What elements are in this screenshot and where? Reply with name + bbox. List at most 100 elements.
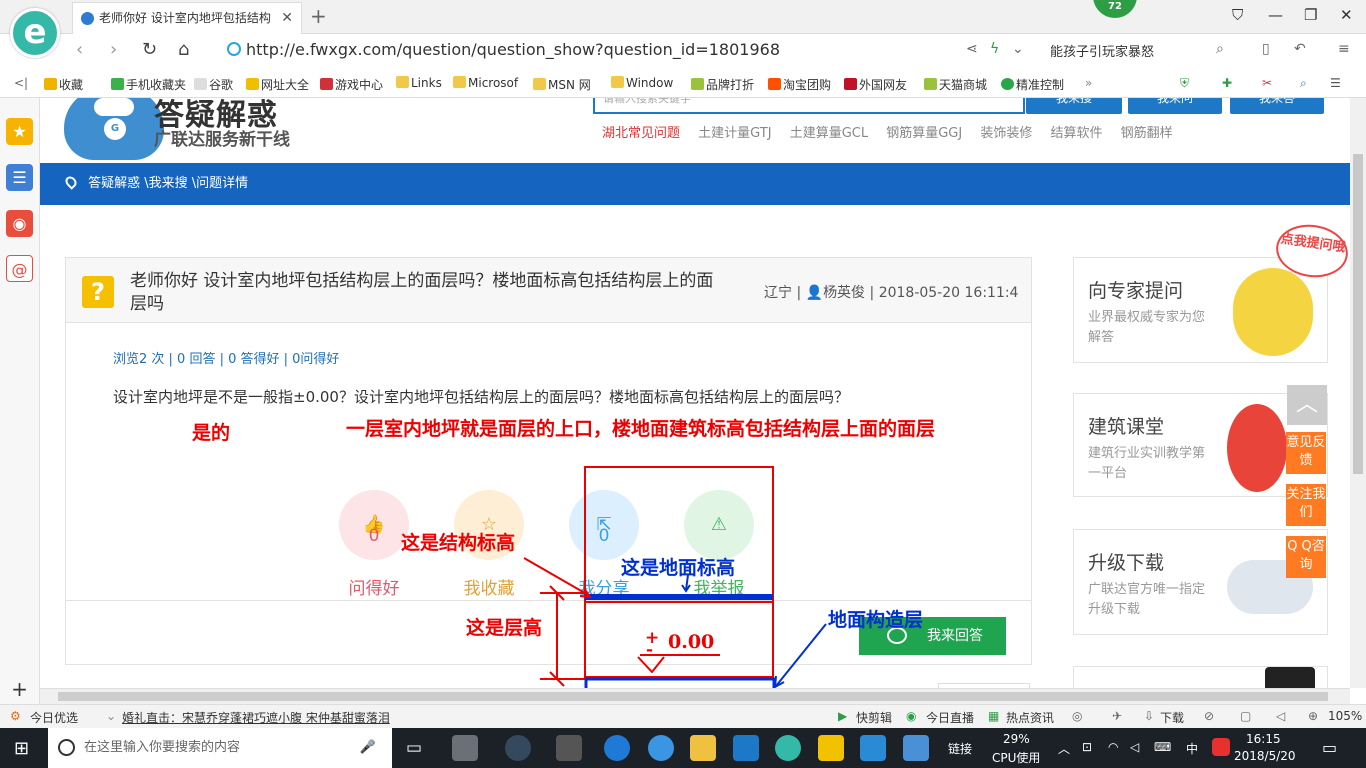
minimize-window-icon[interactable]: — xyxy=(1268,6,1283,24)
teacher-card[interactable] xyxy=(1073,666,1328,688)
hot-link[interactable]: 土建算量GCL xyxy=(790,126,868,141)
forward-icon[interactable]: › xyxy=(110,39,117,60)
ask-expert-card[interactable]: 向专家提问 业界最权威专家为您解答 xyxy=(1073,257,1328,363)
clock-date[interactable]: 2018/5/20 xyxy=(1234,749,1296,763)
fav-item[interactable]: MSN 网 xyxy=(533,76,591,93)
hot-link[interactable]: 钢筋翻样 xyxy=(1121,126,1173,141)
fav-item[interactable]: 手机收藏夹 xyxy=(111,76,186,93)
zoom-level[interactable]: 105% xyxy=(1328,709,1362,723)
clock-time[interactable]: 16:15 xyxy=(1246,732,1281,746)
new-tab-button[interactable]: + xyxy=(310,4,327,28)
plus-icon[interactable]: ✚ xyxy=(1222,76,1232,90)
chevron-down-icon[interactable]: ⌄ xyxy=(1012,41,1024,57)
links-toolbar[interactable]: 链接 xyxy=(948,740,972,757)
edge-icon[interactable] xyxy=(604,735,630,761)
feedback-button[interactable]: 意见反馈 xyxy=(1286,432,1326,474)
fav-item[interactable]: Window xyxy=(611,76,673,90)
tab-close-icon[interactable]: ✕ xyxy=(281,3,293,33)
address-bar[interactable]: http://e.fwxgx.com/question/question_sho… xyxy=(224,40,1034,62)
file-explorer-icon[interactable] xyxy=(690,735,716,761)
shield-icon[interactable]: ⛨ xyxy=(1180,76,1189,91)
volume-icon[interactable]: ◁ xyxy=(1130,740,1139,754)
fav-item[interactable]: 品牌打折 xyxy=(691,76,754,93)
horizontal-scroll-thumb[interactable] xyxy=(58,692,1328,701)
search-field[interactable]: 能孩子引玩家暴怒 xyxy=(1050,41,1154,60)
hot-news-link[interactable]: 热点资讯 xyxy=(1006,709,1054,726)
tray-expand-icon[interactable]: ︿ xyxy=(1058,740,1070,757)
vertical-scrollbar[interactable] xyxy=(1350,98,1366,688)
magnify-icon[interactable]: ⌕ xyxy=(1300,76,1307,91)
favorites-star-icon[interactable]: ★ xyxy=(6,118,33,145)
good-question-button[interactable]: 👍 0 问得好 xyxy=(339,490,409,599)
live-link[interactable]: 今日直播 xyxy=(926,709,974,726)
close-window-icon[interactable]: ✕ xyxy=(1340,6,1353,24)
task-view-icon[interactable]: ▭ xyxy=(406,738,422,758)
fav-item[interactable]: 网址大全 xyxy=(246,76,309,93)
share-icon[interactable]: ⋖ xyxy=(966,41,978,57)
download-link[interactable]: 下载 xyxy=(1160,709,1184,726)
reading-list-icon[interactable]: ☰ xyxy=(6,164,33,191)
keyboard-icon[interactable]: ⌨ xyxy=(1154,740,1171,754)
fav-item[interactable]: 精准控制 xyxy=(1001,76,1064,93)
news-ticker[interactable]: 婚礼直击：宋慧乔穿蓬裙巧遮小腹 宋仲基甜蜜落泪 xyxy=(122,709,390,726)
browser-tab[interactable]: 老师你好 设计室内地坪包括结构 ✕ xyxy=(72,2,302,34)
search-button[interactable]: 我来搜 xyxy=(1026,98,1122,114)
image-app-icon[interactable] xyxy=(903,735,929,761)
fav-item[interactable]: 收藏 xyxy=(44,76,83,93)
fav-item[interactable]: 天猫商城 xyxy=(924,76,987,93)
fan-app-icon[interactable] xyxy=(452,735,478,761)
more-favorites-icon[interactable]: » xyxy=(1085,76,1092,90)
collapse-sidebar-icon[interactable]: <| xyxy=(14,76,28,90)
ask-button[interactable]: 我来问 xyxy=(1128,98,1222,114)
notification-center-icon[interactable]: ▭ xyxy=(1322,738,1337,757)
browser-logo-icon[interactable]: e xyxy=(10,8,60,58)
internet-explorer-icon[interactable] xyxy=(648,735,674,761)
notification-badge[interactable]: 72 xyxy=(1093,0,1137,18)
back-to-top-button[interactable]: ︿ xyxy=(1287,385,1327,425)
quick-edit-link[interactable]: 快剪辑 xyxy=(856,709,892,726)
windows-start-icon[interactable]: ⊞ xyxy=(14,738,29,759)
pin-icon[interactable]: ✈ xyxy=(1112,709,1122,723)
history-icon[interactable]: ⊘ xyxy=(1204,709,1214,723)
fav-item[interactable]: 谷歌 xyxy=(194,76,233,93)
site-search-input[interactable]: 请输入搜索关键字 xyxy=(593,98,1025,114)
cross-app-icon[interactable] xyxy=(860,735,886,761)
hot-link[interactable]: 装饰装修 xyxy=(980,126,1032,141)
cut-icon[interactable]: ✂ xyxy=(1262,76,1272,90)
daily-pick[interactable]: 今日优选 xyxy=(30,709,78,726)
follow-button[interactable]: 关注我们 xyxy=(1286,484,1326,526)
share-button[interactable]: ⇱ 0 我分享 xyxy=(569,490,639,599)
phone-icon[interactable]: ▯ xyxy=(1262,41,1270,57)
lightning-icon[interactable]: ϟ xyxy=(990,41,999,57)
notes-app-icon[interactable] xyxy=(818,735,844,761)
hot-link[interactable]: 土建计量GTJ xyxy=(698,126,771,141)
fav-item[interactable]: Microsof xyxy=(453,76,518,90)
answer-header-button[interactable]: 我来答 xyxy=(1230,98,1324,114)
report-button[interactable]: ⚠ 我举报 xyxy=(684,490,754,599)
fav-item[interactable]: 游戏中心 xyxy=(320,76,383,93)
add-sidebar-item-icon[interactable]: + xyxy=(6,676,33,703)
back-icon[interactable]: ‹ xyxy=(76,39,83,60)
spiral-app-icon[interactable] xyxy=(556,735,582,761)
audio-icon[interactable]: ◁ xyxy=(1276,709,1285,723)
taskbar-search[interactable]: 在这里输入你要搜索的内容 🎤 xyxy=(48,728,392,768)
hot-link[interactable]: 钢筋算量GGJ xyxy=(886,126,962,141)
sogou-icon[interactable] xyxy=(1212,738,1230,756)
search-icon[interactable]: ⌕ xyxy=(1216,41,1224,57)
zoom-icon[interactable]: ⊕ xyxy=(1308,709,1318,723)
glodon-app-icon[interactable] xyxy=(733,735,759,761)
qq-consult-button[interactable]: Q Q咨询 xyxy=(1286,536,1326,578)
overflow-menu-icon[interactable]: ☰ xyxy=(1330,76,1341,90)
fav-item[interactable]: 外国网友 xyxy=(844,76,907,93)
shirt-icon[interactable]: ⛉ xyxy=(1232,6,1243,24)
hot-link[interactable]: 湖北常见问题 xyxy=(602,126,680,141)
fav-item[interactable]: 淘宝团购 xyxy=(768,76,831,93)
breadcrumb-text[interactable]: 答疑解惑 \我来搜 \问题详情 xyxy=(88,176,248,191)
microphone-icon[interactable]: 🎤 xyxy=(360,728,376,768)
window-icon[interactable]: ▢ xyxy=(1240,709,1251,723)
restore-window-icon[interactable]: ❐ xyxy=(1304,6,1317,24)
input-method[interactable]: 中 xyxy=(1186,740,1198,757)
question-author[interactable]: 杨英俊 xyxy=(823,285,865,301)
vertical-scroll-thumb[interactable] xyxy=(1353,154,1363,474)
refresh-icon[interactable]: ↻ xyxy=(142,39,157,60)
